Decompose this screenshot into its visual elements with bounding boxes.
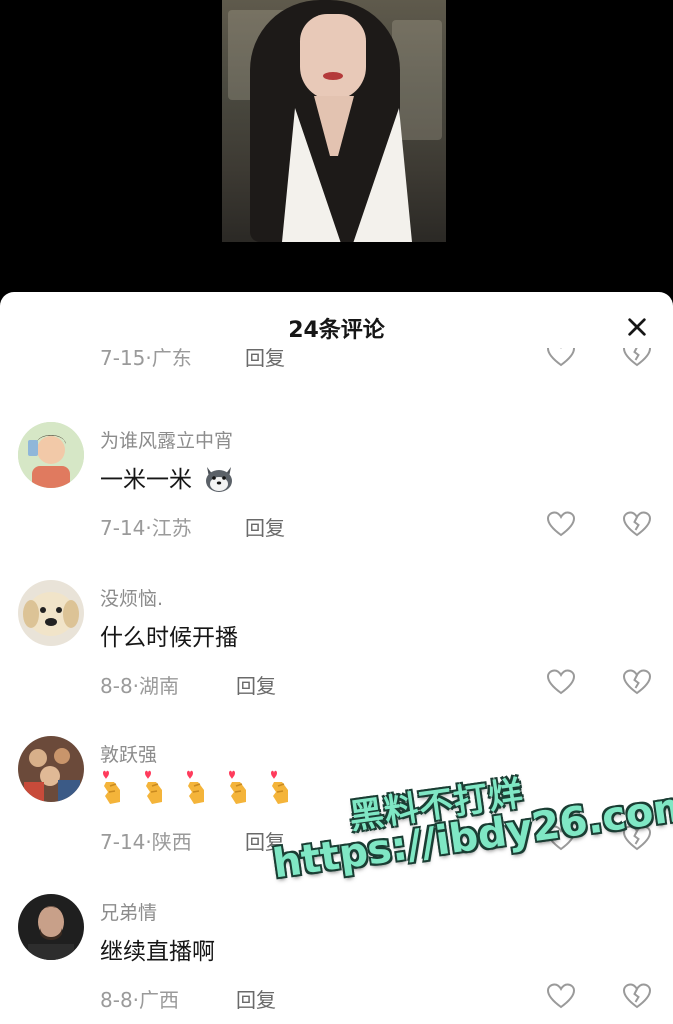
comment-item: 兄弟情 继续直播啊 8-8·广西 回复 (0, 890, 673, 1024)
comment-meta: 8-8·湖南 (100, 674, 180, 698)
comment-item: 敦跃强 7-14·陕西 回复 (0, 732, 673, 882)
dislike-button[interactable] (622, 982, 652, 1010)
comment-meta: 7-15·广东 (100, 348, 192, 370)
reply-button[interactable]: 回复 (236, 670, 276, 699)
comment-meta: 8-8·广西 (100, 988, 180, 1012)
broken-heart-icon (622, 511, 652, 537)
comments-sheet: 24条评论 7-15·广东 回复 为谁风露立中宵 一米一米 7-14·江苏 回复… (0, 292, 673, 1024)
video-thumbnail[interactable] (222, 0, 446, 242)
comment-text: 什么时候开播 (100, 625, 238, 651)
comment-text: 一米一米 (100, 460, 235, 499)
like-button[interactable] (546, 982, 576, 1010)
avatar[interactable] (18, 422, 84, 488)
video-area[interactable] (0, 0, 673, 300)
dislike-button[interactable] (622, 824, 652, 852)
avatar[interactable] (18, 736, 84, 802)
reply-button[interactable]: 回复 (245, 348, 285, 371)
comment-text: 继续直播啊 (100, 939, 215, 965)
like-button[interactable] (546, 510, 576, 538)
comment-username[interactable]: 为谁风露立中宵 (100, 426, 233, 453)
finger-heart-emoji-icon (268, 770, 294, 806)
heart-outline-icon (546, 348, 576, 367)
comment-text-content: 一米一米 (100, 467, 192, 493)
heart-outline-icon (546, 511, 576, 537)
finger-heart-emoji-icon (100, 770, 126, 806)
comment-username[interactable]: 没烦恼. (100, 584, 163, 611)
dislike-button[interactable] (622, 348, 652, 368)
comment-item: 为谁风露立中宵 一米一米 7-14·江苏 回复 (0, 418, 673, 568)
reply-button[interactable]: 回复 (245, 826, 285, 855)
avatar[interactable] (18, 580, 84, 646)
broken-heart-icon (622, 825, 652, 851)
reply-button[interactable]: 回复 (245, 512, 285, 541)
dislike-button[interactable] (622, 510, 652, 538)
partial-comment-row: 7-15·广东 回复 (0, 348, 673, 380)
comment-username[interactable]: 兄弟情 (100, 898, 157, 925)
broken-heart-icon (622, 348, 652, 367)
like-button[interactable] (546, 668, 576, 696)
comment-meta: 7-14·陕西 (100, 830, 192, 854)
heart-outline-icon (546, 669, 576, 695)
like-button[interactable] (546, 824, 576, 852)
dog-emoji-icon (203, 463, 235, 499)
broken-heart-icon (622, 669, 652, 695)
broken-heart-icon (622, 983, 652, 1009)
heart-outline-icon (546, 825, 576, 851)
comments-count-title: 24条评论 (288, 318, 385, 343)
finger-heart-emoji-icon (226, 770, 252, 806)
like-button[interactable] (546, 348, 576, 368)
comment-username[interactable]: 敦跃强 (100, 740, 157, 767)
close-button[interactable] (620, 310, 654, 344)
heart-outline-icon (546, 983, 576, 1009)
comment-meta: 7-14·江苏 (100, 516, 192, 540)
close-icon (628, 318, 646, 336)
reply-button[interactable]: 回复 (236, 984, 276, 1013)
comment-item: 没烦恼. 什么时候开播 8-8·湖南 回复 (0, 576, 673, 726)
finger-heart-emoji-icon (142, 770, 168, 806)
comment-emoji-row (100, 770, 294, 806)
finger-heart-emoji-icon (184, 770, 210, 806)
dislike-button[interactable] (622, 668, 652, 696)
avatar[interactable] (18, 894, 84, 960)
